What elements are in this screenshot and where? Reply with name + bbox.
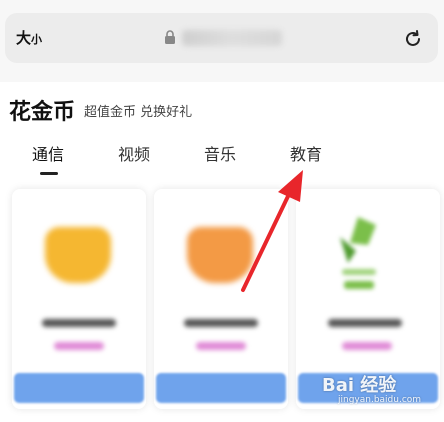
- active-tab-indicator: [40, 172, 58, 175]
- tab-communication[interactable]: 通信: [32, 141, 64, 165]
- product-price: [54, 342, 104, 350]
- text-size-button[interactable]: 大小: [16, 27, 42, 48]
- product-card[interactable]: [12, 189, 146, 409]
- text-size-big-label: 大: [16, 29, 32, 47]
- redeem-button[interactable]: [14, 373, 144, 403]
- watermark-url: jingyan.baidu.com: [338, 395, 422, 405]
- url-text[interactable]: [182, 30, 282, 46]
- product-price: [196, 342, 246, 350]
- tab-video[interactable]: 视频: [118, 141, 150, 165]
- text-size-small-label: 小: [31, 33, 43, 46]
- product-name: [328, 319, 402, 327]
- product-name: [184, 319, 258, 327]
- product-card[interactable]: [154, 189, 288, 409]
- page-title: 花金币: [9, 100, 76, 125]
- browser-toolbar: 大小: [0, 0, 444, 82]
- product-image: [340, 217, 376, 289]
- tab-education[interactable]: 教育: [290, 141, 322, 165]
- product-image: [45, 227, 111, 283]
- watermark-logo: Bai 经验: [322, 375, 397, 396]
- redeem-button[interactable]: [156, 373, 286, 403]
- reload-icon[interactable]: [402, 28, 424, 50]
- page-subtitle: 超值金币 兑换好礼: [84, 105, 193, 120]
- product-image: [187, 227, 253, 283]
- lock-icon: [165, 30, 175, 44]
- tab-music[interactable]: 音乐: [204, 141, 236, 165]
- product-name: [42, 319, 116, 327]
- product-price: [342, 342, 392, 350]
